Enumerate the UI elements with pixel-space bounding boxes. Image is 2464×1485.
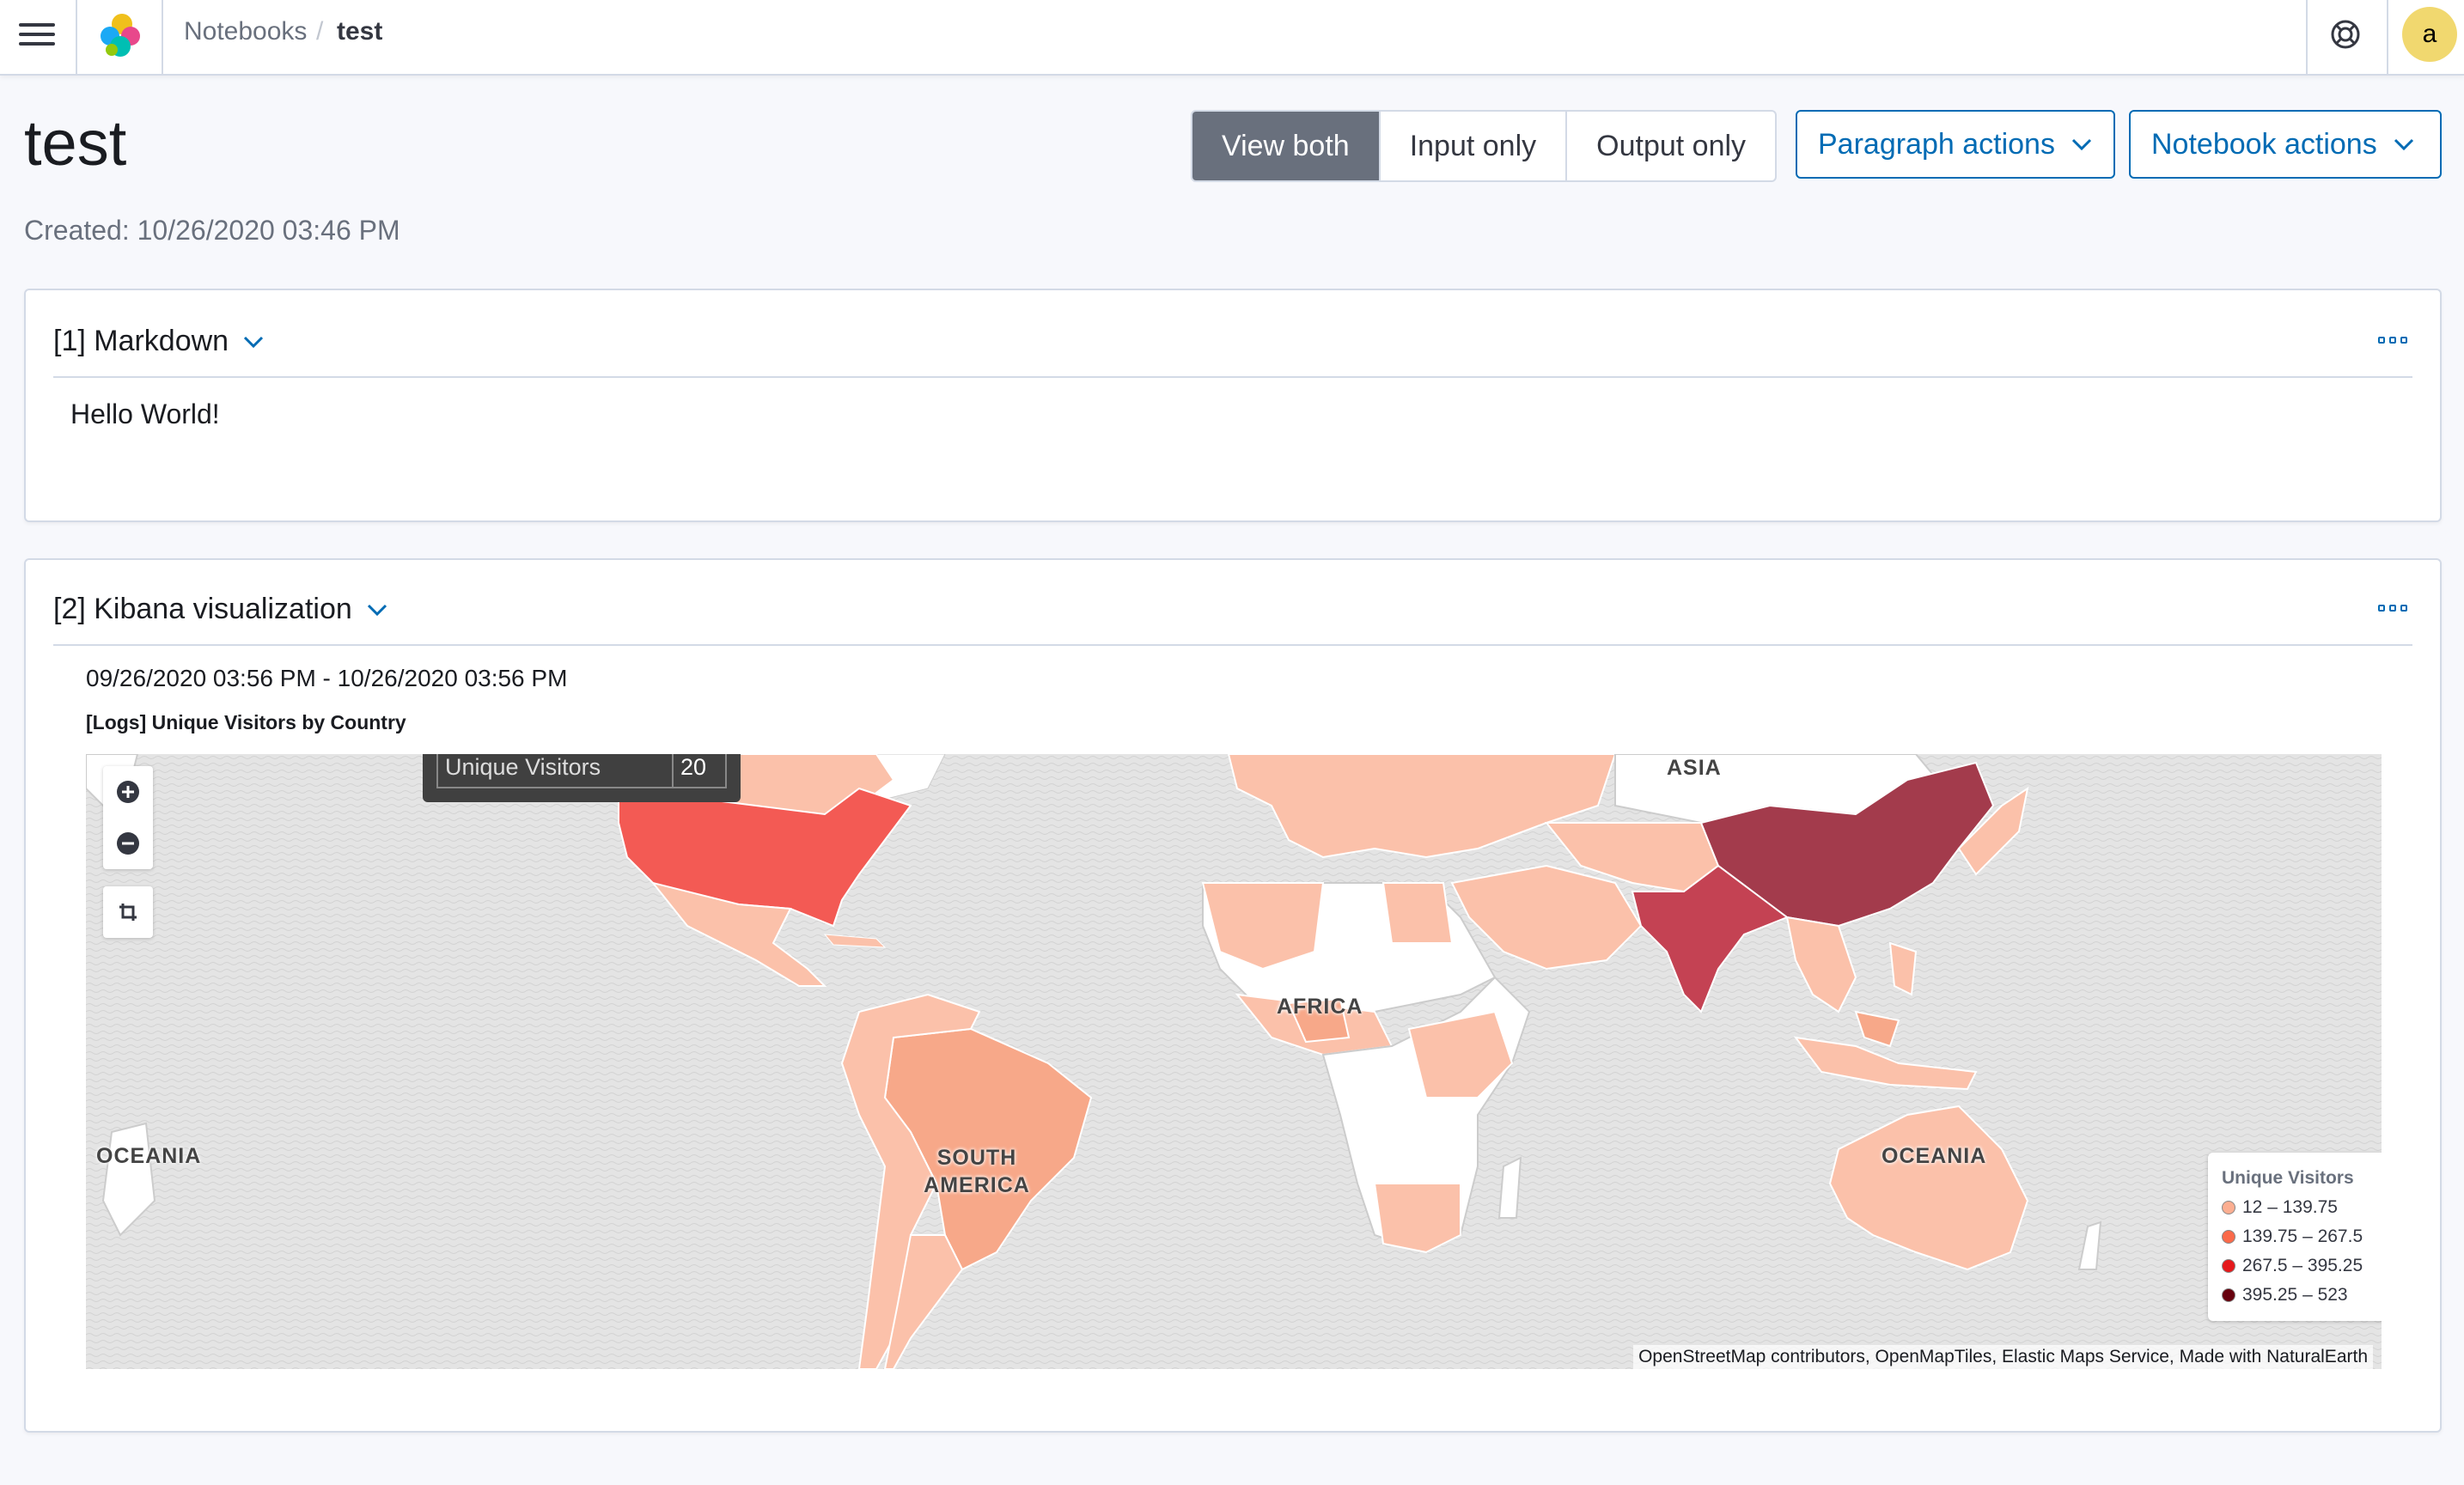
plus-circle-icon	[117, 781, 139, 803]
continent-label: ASIA	[1667, 756, 1722, 780]
created-timestamp: Created: 10/26/2020 03:46 PM	[24, 215, 400, 246]
legend-swatch	[2222, 1259, 2235, 1273]
help-icon[interactable]	[2328, 17, 2363, 52]
south-africa-shape	[1373, 1183, 1461, 1254]
continent-label: OCEANIA	[96, 1144, 202, 1168]
divider	[53, 644, 2412, 646]
legend-swatch	[2222, 1201, 2235, 1214]
legend-item: 12 – 139.75	[2222, 1197, 2338, 1218]
divider	[53, 376, 2412, 378]
markdown-output: Hello World!	[70, 399, 220, 429]
divider	[162, 0, 163, 74]
paragraph-title-toggle[interactable]: [1] Markdown	[53, 325, 265, 358]
input-only-button[interactable]: Input only	[1378, 112, 1565, 180]
tooltip-value: 20	[680, 754, 707, 780]
elastic-logo[interactable]	[96, 12, 143, 58]
paragraph-visualization: [2] Kibana visualization 09/26/2020 03:5…	[24, 558, 2442, 1433]
continent-label: AFRICA	[1277, 995, 1363, 1019]
map-tooltip: Unique Visitors 20	[423, 754, 741, 802]
zoom-out-button[interactable]	[103, 818, 153, 869]
notebook-actions-button[interactable]: Notebook actions	[2129, 110, 2442, 179]
page-title: test	[24, 107, 127, 179]
paragraph-markdown: [1] Markdown Hello World!	[24, 289, 2442, 522]
legend-item: 267.5 – 395.25	[2222, 1256, 2363, 1276]
notebook-actions-label: Notebook actions	[2151, 127, 2377, 161]
legend-item: 395.25 – 523	[2222, 1285, 2348, 1305]
tooltip-label: Unique Visitors	[445, 754, 601, 780]
paragraph-title: [2] Kibana visualization	[53, 593, 352, 625]
legend-item: 139.75 – 267.5	[2222, 1226, 2363, 1247]
region-map[interactable]: Unique Visitors 20 ASIA AFRICA SOUTH AME…	[86, 754, 2382, 1369]
legend-range: 12 – 139.75	[2242, 1197, 2338, 1217]
top-header: Notebooks / test a	[0, 0, 2464, 76]
map-legend: Unique Visitors 12 – 139.75 139.75 – 267…	[2208, 1153, 2382, 1321]
chevron-down-icon	[367, 604, 387, 616]
breadcrumb-current: test	[337, 17, 383, 46]
output-only-button[interactable]: Output only	[1565, 112, 1775, 180]
legend-title: Unique Visitors	[2222, 1168, 2354, 1188]
world-map-shapes	[86, 754, 2382, 1369]
divider	[2306, 0, 2308, 74]
chevron-down-icon	[2394, 138, 2413, 151]
view-mode-toggle: View both Input only Output only	[1191, 110, 1778, 182]
paragraph-actions-button[interactable]: Paragraph actions	[1796, 110, 2115, 179]
breadcrumb-notebooks[interactable]: Notebooks	[184, 17, 307, 46]
paragraph-actions-label: Paragraph actions	[1818, 127, 2055, 161]
paragraph-menu-icon[interactable]	[2378, 335, 2407, 345]
chevron-down-icon	[244, 336, 264, 348]
divider	[2387, 0, 2388, 74]
menu-icon[interactable]	[19, 17, 55, 52]
zoom-in-button[interactable]	[103, 766, 153, 818]
crop-icon	[119, 904, 137, 921]
legend-swatch	[2222, 1288, 2235, 1302]
legend-range: 395.25 – 523	[2242, 1285, 2348, 1305]
map-attribution: OpenStreetMap contributors, OpenMapTiles…	[1633, 1345, 2373, 1369]
zoom-controls	[103, 766, 153, 869]
paragraph-menu-icon[interactable]	[2378, 603, 2407, 613]
paragraph-title: [1] Markdown	[53, 325, 229, 357]
legend-range: 139.75 – 267.5	[2242, 1226, 2363, 1246]
breadcrumb-separator: /	[316, 17, 324, 46]
chevron-down-icon	[2071, 138, 2092, 151]
legend-range: 267.5 – 395.25	[2242, 1256, 2363, 1275]
fit-bounds-button[interactable]	[103, 886, 153, 938]
minus-circle-icon	[117, 832, 139, 855]
continent-label: SOUTH AMERICA	[924, 1146, 1030, 1197]
egypt-shape	[1381, 882, 1454, 944]
visualization-title: [Logs] Unique Visitors by Country	[86, 711, 406, 733]
visualization-date-range: 09/26/2020 03:56 PM - 10/26/2020 03:56 P…	[86, 665, 568, 691]
legend-swatch	[2222, 1230, 2235, 1244]
view-both-button[interactable]: View both	[1192, 112, 1379, 180]
paragraph-title-toggle[interactable]: [2] Kibana visualization	[53, 593, 388, 626]
divider	[76, 0, 77, 74]
user-avatar[interactable]: a	[2402, 7, 2457, 62]
continent-label: OCEANIA	[1882, 1144, 1987, 1168]
